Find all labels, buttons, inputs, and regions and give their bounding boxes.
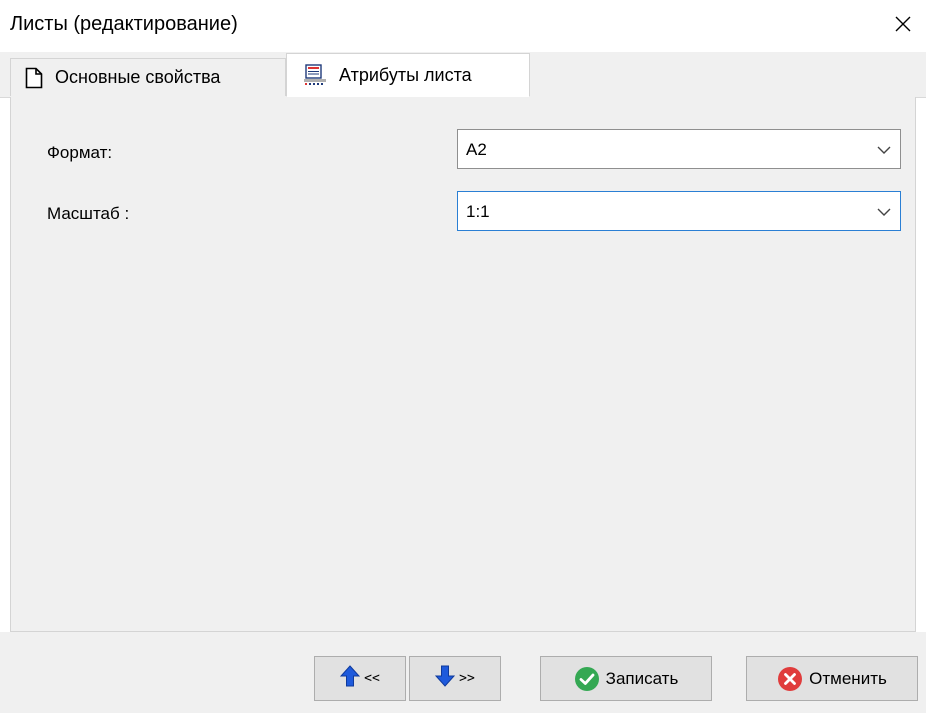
check-circle-icon (574, 666, 600, 692)
cancel-button[interactable]: Отменить (746, 656, 918, 701)
save-label: Записать (605, 668, 679, 688)
close-icon (895, 16, 911, 37)
save-button[interactable]: Записать (540, 656, 712, 701)
chevron-down-icon (876, 142, 892, 158)
dialog-footer: << >> Записать Отменить (0, 632, 926, 713)
scale-label: Масштаб : (47, 204, 130, 223)
scale-select[interactable]: 1:1 (457, 191, 901, 231)
tab-main-properties-label: Основные свойства (55, 67, 221, 87)
previous-button[interactable]: << (314, 656, 406, 701)
tab-strip: Основные свойства Атрибуты листа (0, 52, 926, 98)
format-label: Формат: (47, 143, 113, 162)
title-bar: Листы (редактирование) (0, 0, 926, 52)
document-icon (25, 67, 43, 89)
next-button[interactable]: >> (409, 656, 501, 701)
next-label: >> (459, 671, 475, 686)
arrow-down-icon (435, 664, 456, 693)
close-button[interactable] (880, 0, 926, 52)
cancel-label: Отменить (809, 668, 887, 688)
format-select[interactable]: A2 (457, 129, 901, 169)
format-value: A2 (466, 140, 487, 159)
tab-sheet-attributes[interactable]: Атрибуты листа (286, 53, 530, 97)
cancel-circle-icon (777, 666, 803, 692)
sheet-attributes-icon (303, 63, 327, 87)
tab-sheet-attributes-label: Атрибуты листа (339, 64, 472, 85)
tab-main-properties[interactable]: Основные свойства (10, 58, 286, 96)
arrow-up-icon (340, 664, 361, 693)
chevron-down-icon (876, 204, 892, 220)
previous-label: << (364, 671, 380, 686)
scale-value: 1:1 (466, 202, 490, 221)
sheet-attributes-panel: Формат: A2 Масштаб : 1:1 (10, 97, 916, 632)
window-title: Листы (редактирование) (10, 13, 238, 35)
